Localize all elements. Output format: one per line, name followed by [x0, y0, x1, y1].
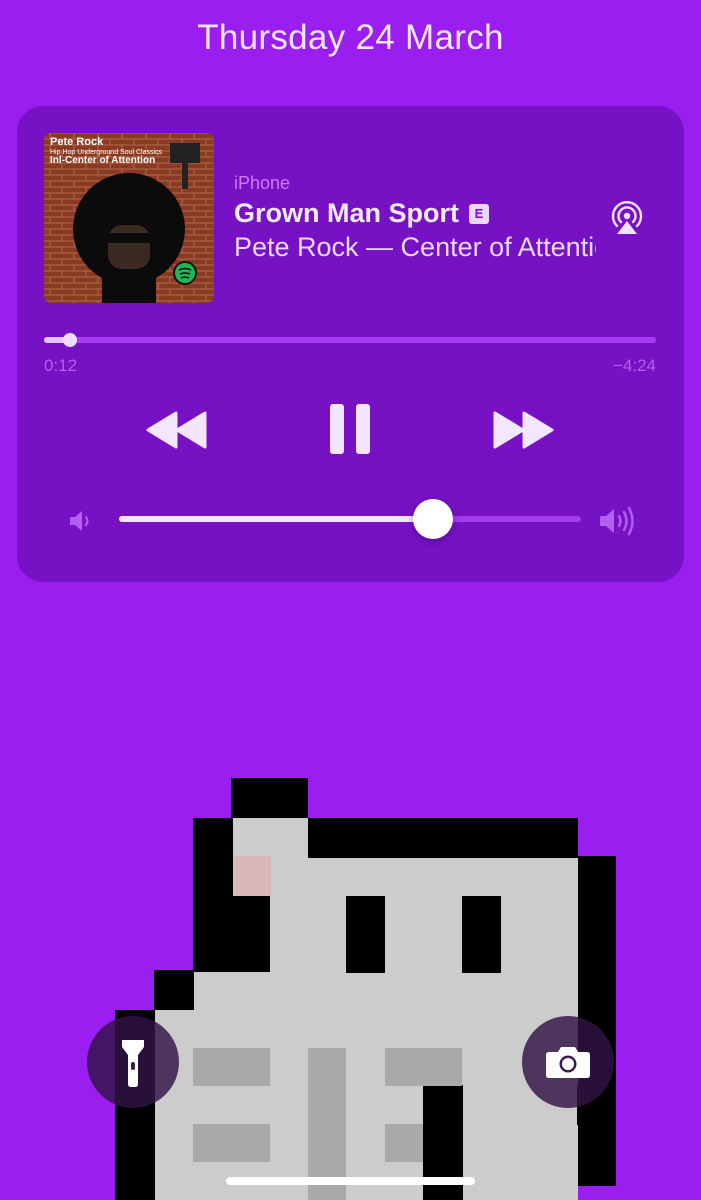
volume-slider-knob[interactable] — [413, 499, 454, 539]
rewind-icon[interactable] — [144, 406, 208, 454]
playback-scrubber-knob[interactable] — [63, 333, 78, 347]
track-title-row: Grown Man Sport E — [234, 198, 489, 229]
camera-button[interactable] — [522, 1016, 614, 1108]
track-artist-album: Pete Rock — Center of Attention — [234, 232, 596, 262]
volume-low-icon — [70, 511, 89, 531]
volume-level-fill — [119, 516, 434, 522]
artwork-text: Pete Rock Hip Hop Underground Soul Class… — [50, 136, 162, 166]
lockscreen-date: Thursday 24 March — [197, 18, 504, 57]
airplay-icon[interactable] — [608, 199, 646, 237]
artwork-title: Inl-Center of Attention — [50, 154, 156, 166]
elapsed-time: 0:12 — [44, 356, 78, 375]
camera-icon — [546, 1047, 590, 1078]
volume-high-icon — [600, 506, 634, 536]
now-playing-widget: Pete Rock Hip Hop Underground Soul Class… — [17, 106, 684, 582]
explicit-badge: E — [469, 203, 489, 224]
pixel-art-wallpaper — [115, 778, 616, 1200]
volume-slider[interactable] — [119, 499, 581, 539]
flashlight-icon — [122, 1040, 144, 1087]
fast-forward-icon[interactable] — [492, 406, 556, 454]
artwork-artist: Pete Rock — [50, 136, 104, 148]
remaining-time: −4:24 — [612, 356, 656, 375]
playback-scrubber[interactable] — [44, 333, 656, 347]
pause-icon[interactable] — [326, 402, 374, 456]
track-title: Grown Man Sport — [234, 198, 459, 228]
album-artwork[interactable]: Pete Rock Hip Hop Underground Soul Class… — [44, 133, 214, 303]
home-indicator[interactable] — [226, 1177, 475, 1185]
flashlight-button[interactable] — [87, 1016, 179, 1108]
output-device-label: iPhone — [234, 173, 291, 193]
